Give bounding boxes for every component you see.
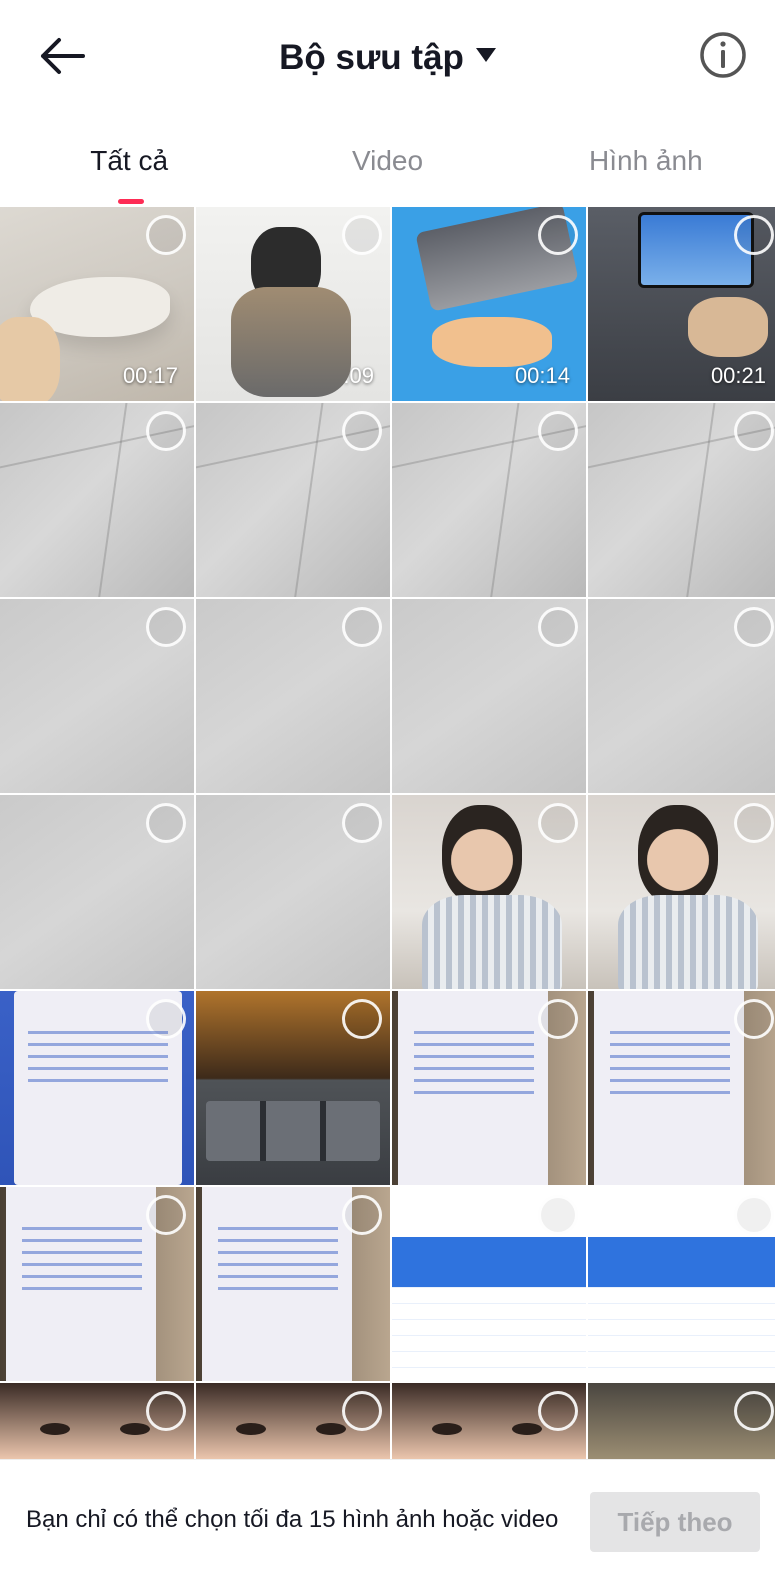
media-thumbnail[interactable] (196, 599, 390, 793)
select-circle-icon[interactable] (734, 1195, 774, 1235)
media-thumbnail[interactable]: 00:17 (0, 207, 194, 401)
video-duration: 00:21 (710, 363, 766, 388)
select-circle-icon[interactable] (734, 607, 774, 647)
select-circle-icon[interactable] (146, 215, 186, 255)
top-bar: Bộ sưu tập (0, 0, 775, 115)
media-thumbnail[interactable] (0, 1383, 194, 1459)
media-type-tabs: Tất cả Video Hình ảnh (0, 115, 775, 207)
bottom-bar: Bạn chỉ có thể chọn tối đa 15 hình ảnh h… (0, 1459, 775, 1570)
media-thumbnail[interactable] (392, 1383, 586, 1459)
select-circle-icon[interactable] (538, 1391, 578, 1431)
select-circle-icon[interactable] (146, 803, 186, 843)
select-circle-icon[interactable] (734, 999, 774, 1039)
select-circle-icon[interactable] (342, 411, 382, 451)
media-thumbnail[interactable]: 00:14 (392, 207, 586, 401)
select-circle-icon[interactable] (538, 1195, 578, 1235)
media-thumbnail[interactable] (196, 403, 390, 597)
media-thumbnail[interactable] (588, 795, 775, 989)
select-circle-icon[interactable] (146, 607, 186, 647)
media-thumbnail[interactable] (196, 991, 390, 1185)
select-circle-icon[interactable] (734, 411, 774, 451)
select-circle-icon[interactable] (146, 1391, 186, 1431)
media-thumbnail[interactable]: 00:21 (588, 207, 775, 401)
select-circle-icon[interactable] (734, 803, 774, 843)
active-tab-indicator (118, 199, 144, 204)
media-thumbnail[interactable] (588, 991, 775, 1185)
info-button[interactable] (698, 30, 748, 80)
select-circle-icon[interactable] (538, 607, 578, 647)
media-thumbnail[interactable] (588, 1187, 775, 1381)
media-thumbnail[interactable] (0, 599, 194, 793)
select-circle-icon[interactable] (146, 1195, 186, 1235)
media-thumbnail[interactable] (196, 1187, 390, 1381)
select-circle-icon[interactable] (342, 999, 382, 1039)
video-duration: 00:17 (122, 363, 178, 388)
media-thumbnail[interactable] (196, 1383, 390, 1459)
tab-all[interactable]: Tất cả (0, 115, 258, 207)
select-circle-icon[interactable] (146, 999, 186, 1039)
caret-down-icon (475, 48, 496, 62)
media-thumbnail[interactable] (392, 1187, 586, 1381)
media-thumbnail[interactable] (392, 991, 586, 1185)
select-circle-icon[interactable] (342, 803, 382, 843)
tab-video[interactable]: Video (258, 115, 516, 207)
select-circle-icon[interactable] (734, 215, 774, 255)
select-circle-icon[interactable] (538, 999, 578, 1039)
media-grid: 00:17 00:09 00:14 00:21 (0, 207, 775, 1459)
select-circle-icon[interactable] (342, 215, 382, 255)
media-thumbnail[interactable] (392, 795, 586, 989)
media-thumbnail[interactable] (0, 795, 194, 989)
page-title: Bộ sưu tập (279, 38, 464, 77)
select-circle-icon[interactable] (538, 803, 578, 843)
select-circle-icon[interactable] (342, 1195, 382, 1235)
album-selector[interactable]: Bộ sưu tập (0, 30, 775, 86)
media-thumbnail[interactable] (588, 1383, 775, 1459)
video-duration: 00:09 (318, 363, 374, 388)
media-thumbnail[interactable] (392, 403, 586, 597)
media-thumbnail[interactable]: 00:09 (196, 207, 390, 401)
select-circle-icon[interactable] (146, 411, 186, 451)
select-circle-icon[interactable] (342, 1391, 382, 1431)
media-thumbnail[interactable] (0, 991, 194, 1185)
media-thumbnail[interactable] (0, 1187, 194, 1381)
select-circle-icon[interactable] (734, 1391, 774, 1431)
select-circle-icon[interactable] (538, 215, 578, 255)
media-thumbnail[interactable] (588, 599, 775, 793)
media-thumbnail[interactable] (392, 599, 586, 793)
media-thumbnail[interactable] (196, 795, 390, 989)
tab-images[interactable]: Hình ảnh (517, 115, 775, 207)
info-icon (700, 32, 746, 78)
media-thumbnail[interactable] (0, 403, 194, 597)
video-duration: 00:14 (514, 363, 570, 388)
select-circle-icon[interactable] (342, 607, 382, 647)
next-button[interactable]: Tiếp theo (590, 1492, 760, 1552)
select-circle-icon[interactable] (538, 411, 578, 451)
selection-limit-text: Bạn chỉ có thể chọn tối đa 15 hình ảnh h… (26, 1506, 559, 1533)
media-thumbnail[interactable] (588, 403, 775, 597)
